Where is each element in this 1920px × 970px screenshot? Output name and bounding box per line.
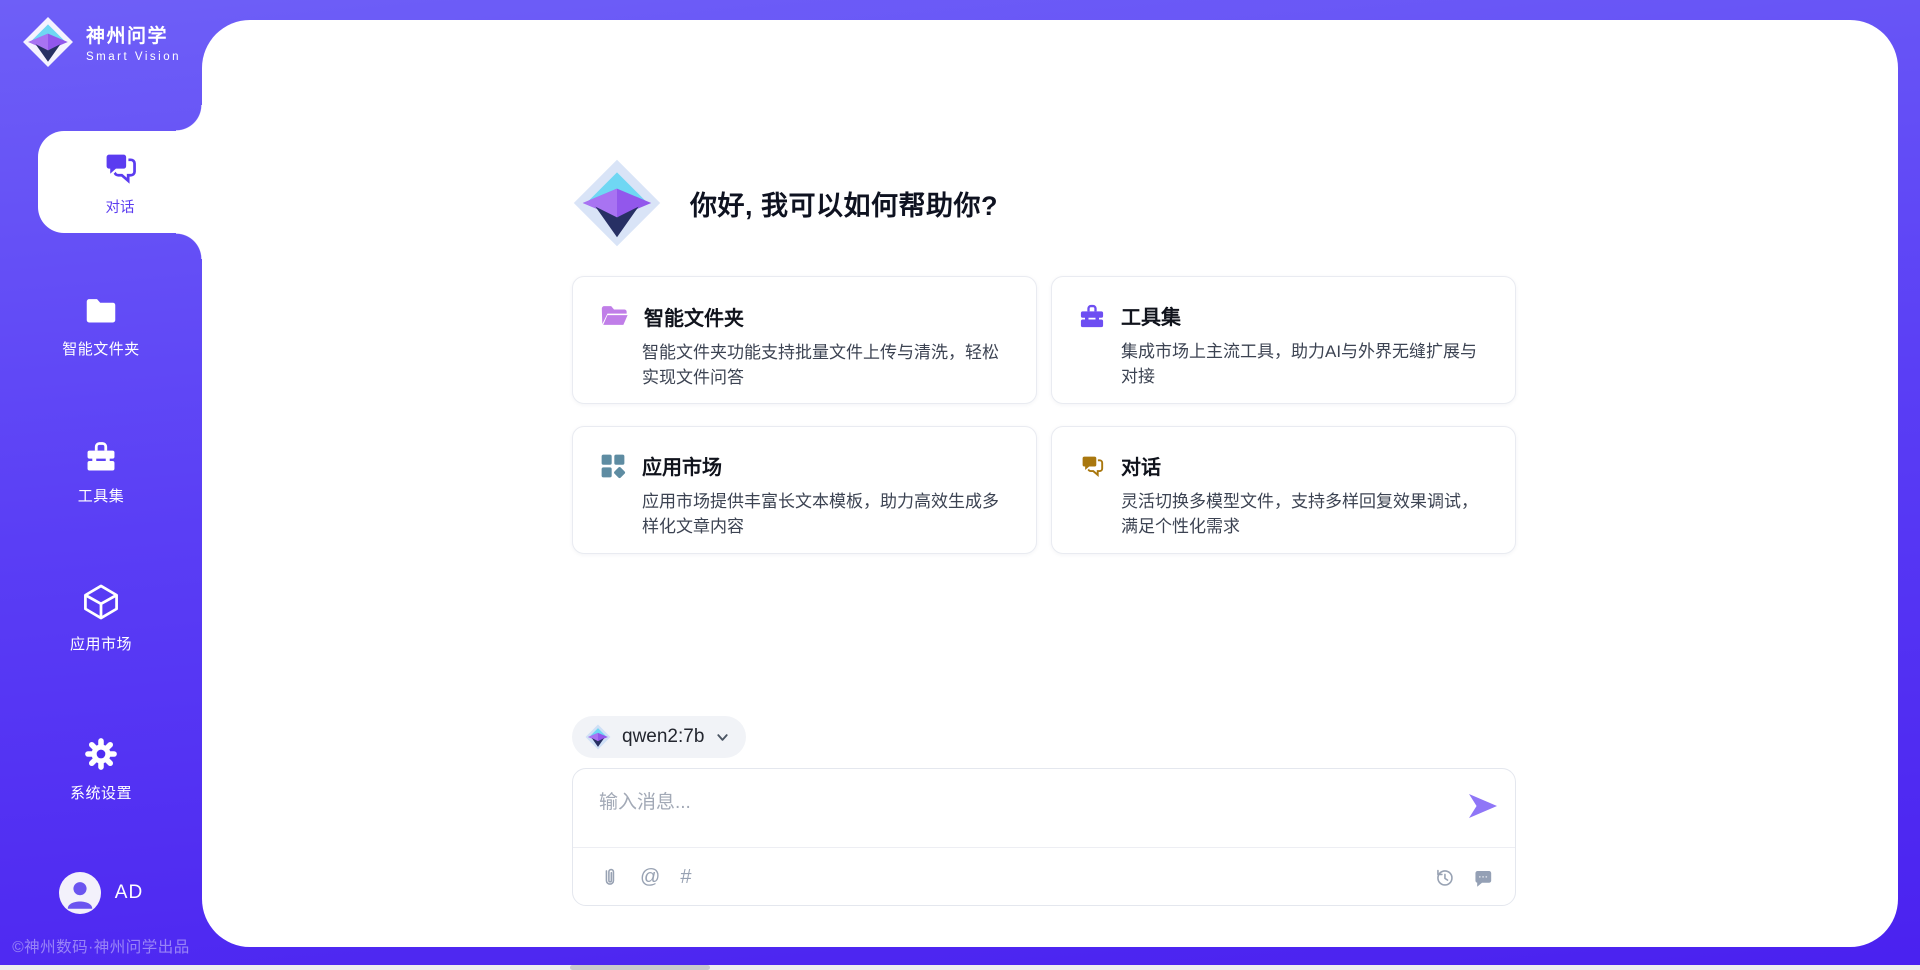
- card-title: 应用市场: [642, 451, 722, 480]
- toolbox-icon: [82, 438, 120, 476]
- folder-open-icon: [599, 301, 629, 331]
- comment-icon[interactable]: [1471, 867, 1493, 888]
- scrollbar-thumb[interactable]: [570, 965, 710, 970]
- gear-icon: [82, 735, 120, 773]
- card-app-market[interactable]: 应用市场 应用市场提供丰富长文本模板，助力高效生成多样化文章内容: [572, 426, 1037, 554]
- card-description: 应用市场提供丰富长文本模板，助力高效生成多样化文章内容: [642, 489, 1010, 539]
- user-profile[interactable]: AD: [0, 872, 202, 914]
- chat-bubbles-icon: [1078, 452, 1106, 480]
- card-title: 对话: [1121, 451, 1161, 480]
- card-title: 工具集: [1121, 301, 1181, 330]
- send-arrow-icon[interactable]: [1469, 794, 1497, 818]
- greeting-text: 你好, 我可以如何帮助你?: [690, 184, 998, 223]
- sidebar-item-chat[interactable]: 对话: [38, 131, 202, 233]
- main-content: 你好, 我可以如何帮助你? 智能文件夹 智能文件夹功能支持批量文件上传与清洗，轻…: [202, 20, 1898, 947]
- at-icon[interactable]: @: [640, 866, 660, 889]
- sidebar-footer: ©神州数码·神州问学出品: [0, 935, 202, 957]
- logo-title: 神州问学: [86, 21, 181, 48]
- sidebar-item-label: 应用市场: [70, 633, 132, 654]
- sidebar-item-app-market[interactable]: 应用市场: [0, 580, 202, 654]
- card-smart-folder[interactable]: 智能文件夹 智能文件夹功能支持批量文件上传与清洗，轻松实现文件问答: [572, 276, 1037, 404]
- chat-bubbles-icon: [100, 148, 140, 188]
- model-selector[interactable]: qwen2:7b: [572, 716, 746, 758]
- card-description: 智能文件夹功能支持批量文件上传与清洗，轻松实现文件问答: [642, 340, 1010, 390]
- feature-cards: 智能文件夹 智能文件夹功能支持批量文件上传与清洗，轻松实现文件问答 工具集 集成…: [572, 276, 1516, 554]
- card-description: 灵活切换多模型文件，支持多样回复效果调试，满足个性化需求: [1121, 489, 1489, 539]
- composer-divider: [573, 847, 1515, 848]
- card-chat[interactable]: 对话 灵活切换多模型文件，支持多样回复效果调试，满足个性化需求: [1051, 426, 1516, 554]
- folder-icon: [82, 293, 120, 329]
- sidebar-item-label: 对话: [106, 196, 135, 217]
- avatar: [59, 872, 101, 914]
- horizontal-scrollbar[interactable]: [0, 965, 1920, 970]
- card-description: 集成市场上主流工具，助力AI与外界无缝扩展与对接: [1121, 339, 1489, 389]
- app-logo: 神州问学 Smart Vision: [22, 16, 181, 68]
- diamond-logo-icon: [585, 724, 611, 750]
- chevron-down-icon: [715, 730, 730, 745]
- sidebar-item-label: 系统设置: [70, 782, 132, 803]
- sidebar: 神州问学 Smart Vision 对话 智能文件夹 工具集: [0, 0, 202, 970]
- paperclip-icon[interactable]: [599, 866, 620, 889]
- cube-icon: [79, 580, 123, 624]
- card-title: 智能文件夹: [644, 302, 744, 331]
- app-grid-icon: [599, 452, 627, 480]
- hash-icon[interactable]: #: [680, 866, 691, 889]
- user-initials: AD: [115, 882, 143, 904]
- card-toolset[interactable]: 工具集 集成市场上主流工具，助力AI与外界无缝扩展与对接: [1051, 276, 1516, 404]
- history-icon[interactable]: [1434, 867, 1455, 888]
- sidebar-item-settings[interactable]: 系统设置: [0, 735, 202, 803]
- logo-subtitle: Smart Vision: [86, 51, 181, 63]
- toolbox-icon: [1078, 302, 1106, 330]
- message-composer: @ #: [572, 768, 1516, 906]
- sidebar-item-smart-folder[interactable]: 智能文件夹: [0, 293, 202, 359]
- diamond-logo-icon: [22, 16, 74, 68]
- sidebar-item-label: 智能文件夹: [62, 338, 140, 359]
- person-icon: [59, 872, 101, 914]
- greeting-block: 你好, 我可以如何帮助你?: [572, 158, 998, 248]
- message-input[interactable]: [597, 785, 1451, 839]
- diamond-logo-icon: [572, 158, 662, 248]
- sidebar-item-toolset[interactable]: 工具集: [0, 438, 202, 506]
- model-name: qwen2:7b: [622, 726, 704, 748]
- sidebar-item-label: 工具集: [78, 485, 125, 506]
